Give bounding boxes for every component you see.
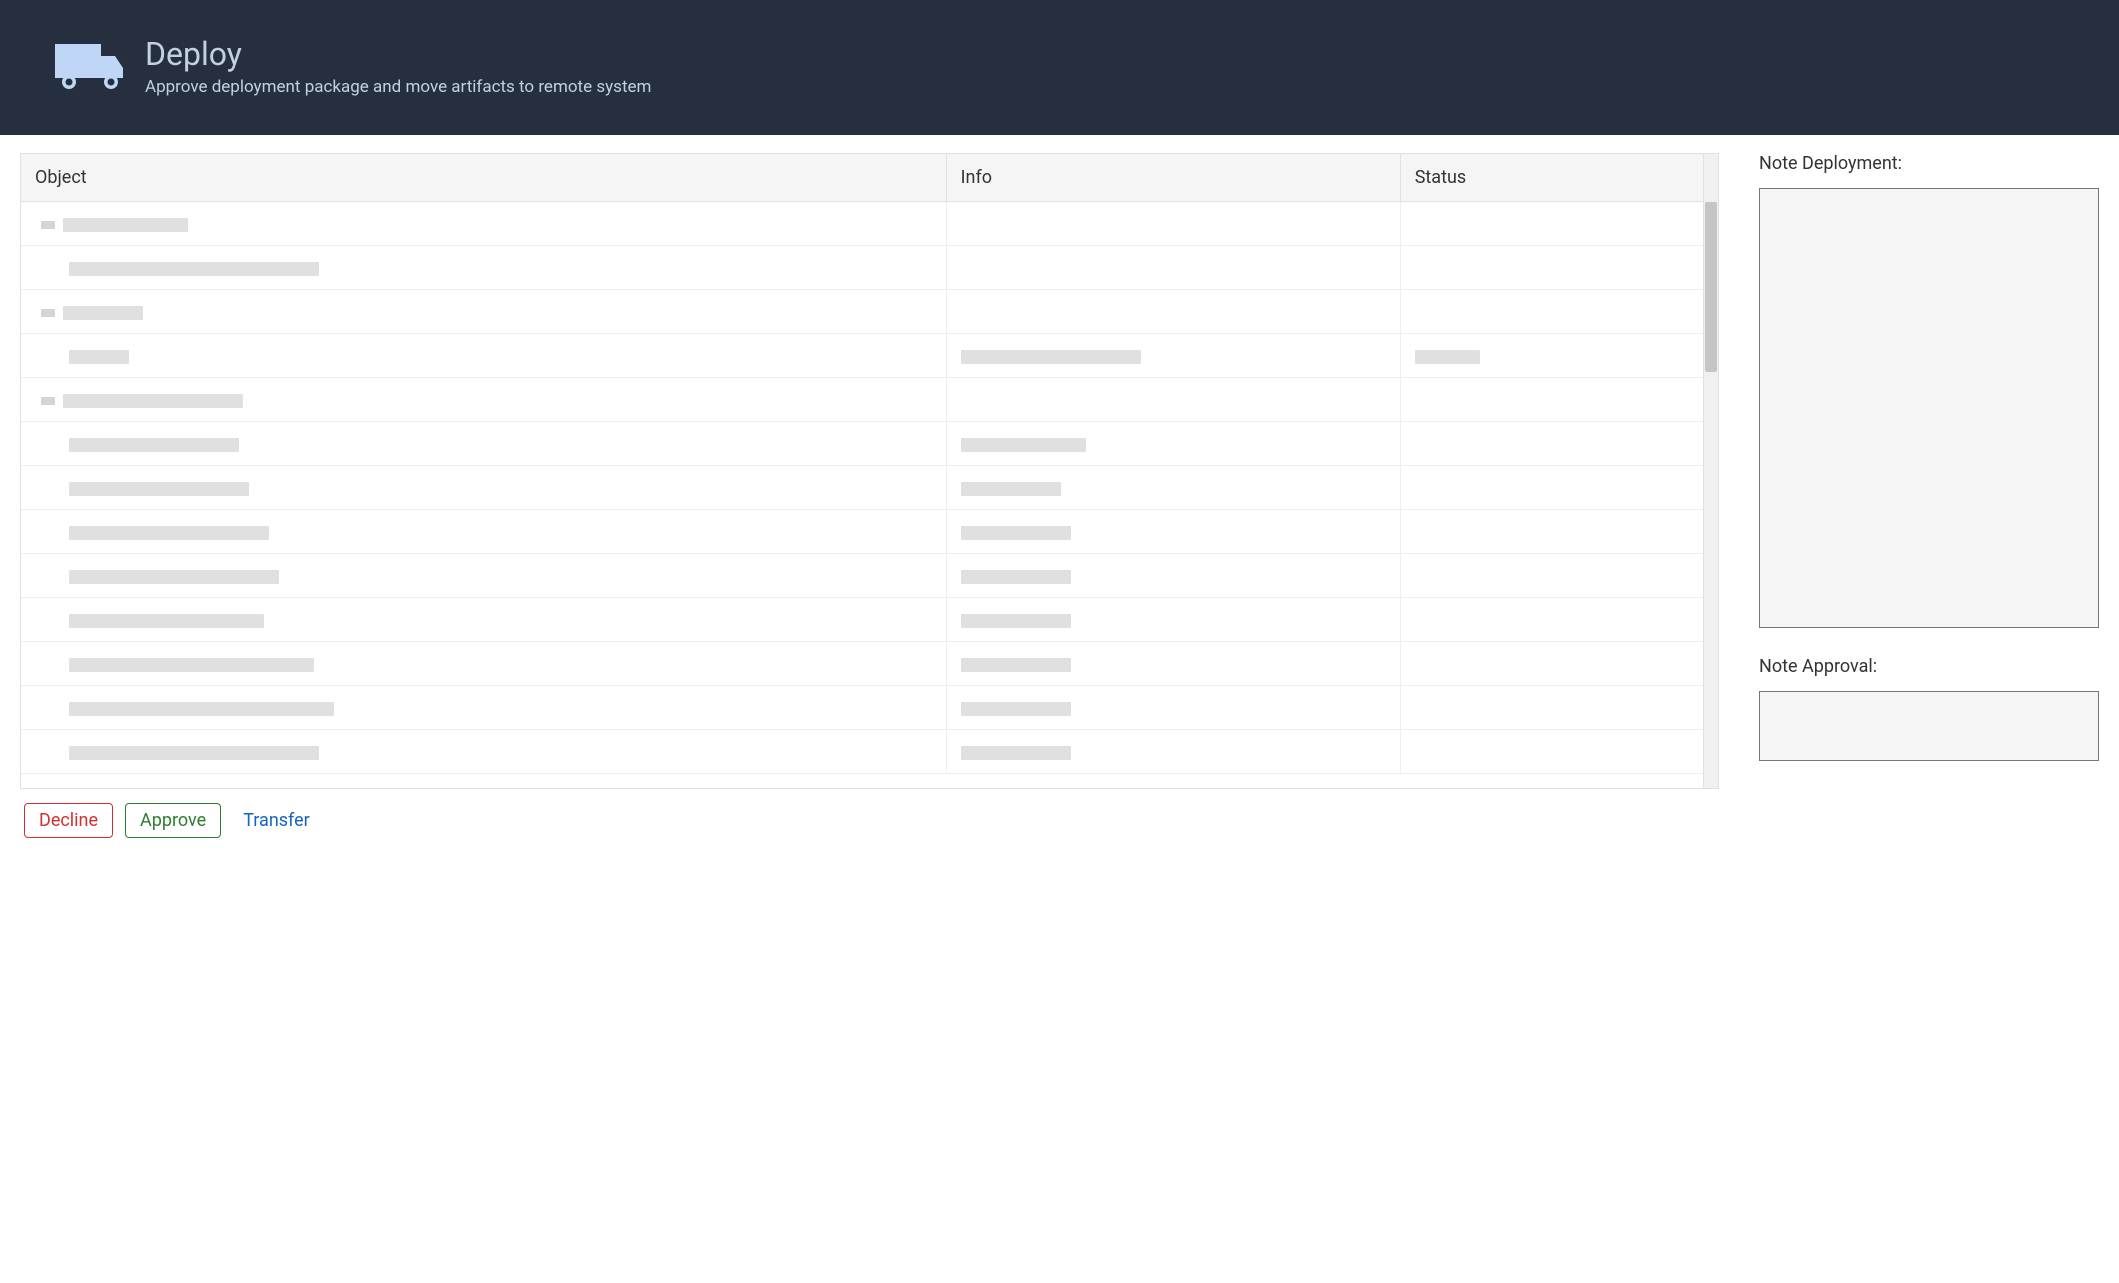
table-row[interactable]: [21, 554, 1703, 598]
info-placeholder: [961, 438, 1086, 452]
expand-icon[interactable]: [41, 397, 55, 405]
cell-status: [1400, 642, 1703, 686]
object-placeholder: [69, 350, 129, 364]
cell-object: [21, 730, 946, 774]
note-deployment-label: Note Deployment:: [1759, 153, 2099, 174]
object-placeholder: [69, 438, 239, 452]
table-row[interactable]: [21, 466, 1703, 510]
cell-info: [946, 510, 1400, 554]
cell-status: [1400, 378, 1703, 422]
table-row[interactable]: [21, 334, 1703, 378]
info-placeholder: [961, 702, 1071, 716]
cell-status: [1400, 730, 1703, 774]
cell-object: [21, 466, 946, 510]
page-title: Deploy: [145, 35, 651, 73]
cell-object: [21, 642, 946, 686]
cell-object: [21, 290, 946, 334]
cell-object: [21, 422, 946, 466]
table-row[interactable]: [21, 378, 1703, 422]
cell-status: [1400, 334, 1703, 378]
cell-info: [946, 686, 1400, 730]
object-placeholder: [69, 482, 249, 496]
cell-status: [1400, 202, 1703, 246]
column-header-object[interactable]: Object: [21, 154, 946, 202]
info-placeholder: [961, 526, 1071, 540]
table-scrollbar[interactable]: [1704, 153, 1719, 789]
column-header-status[interactable]: Status: [1400, 154, 1703, 202]
cell-info: [946, 334, 1400, 378]
table-row[interactable]: [21, 422, 1703, 466]
page-header: Deploy Approve deployment package and mo…: [0, 0, 2119, 135]
cell-info: [946, 598, 1400, 642]
objects-table: Object Info Status: [21, 154, 1703, 774]
approve-button[interactable]: Approve: [125, 803, 221, 838]
object-placeholder: [63, 306, 143, 320]
notes-panel: Note Deployment: Note Approval:: [1759, 153, 2099, 789]
cell-object: [21, 510, 946, 554]
table-row[interactable]: [21, 202, 1703, 246]
cell-object: [21, 334, 946, 378]
transfer-button[interactable]: Transfer: [233, 804, 320, 837]
cell-status: [1400, 554, 1703, 598]
status-placeholder: [1415, 350, 1480, 364]
table-row[interactable]: [21, 686, 1703, 730]
cell-status: [1400, 290, 1703, 334]
object-placeholder: [69, 570, 279, 584]
cell-info: [946, 466, 1400, 510]
object-placeholder: [69, 658, 314, 672]
table-row[interactable]: [21, 246, 1703, 290]
cell-info: [946, 642, 1400, 686]
cell-object: [21, 686, 946, 730]
cell-info: [946, 554, 1400, 598]
column-header-info[interactable]: Info: [946, 154, 1400, 202]
cell-object: [21, 554, 946, 598]
expand-icon[interactable]: [41, 221, 55, 229]
object-placeholder: [69, 526, 269, 540]
info-placeholder: [961, 570, 1071, 584]
note-approval-textarea[interactable]: [1759, 691, 2099, 761]
cell-object: [21, 246, 946, 290]
table-scrollbar-thumb[interactable]: [1705, 202, 1717, 372]
cell-info: [946, 378, 1400, 422]
action-footer: Decline Approve Transfer: [0, 789, 2119, 852]
cell-object: [21, 202, 946, 246]
cell-info: [946, 202, 1400, 246]
object-placeholder: [69, 702, 334, 716]
cell-status: [1400, 466, 1703, 510]
cell-info: [946, 290, 1400, 334]
table-row[interactable]: [21, 510, 1703, 554]
info-placeholder: [961, 658, 1071, 672]
info-placeholder: [961, 482, 1061, 496]
cell-info: [946, 246, 1400, 290]
object-placeholder: [63, 394, 243, 408]
note-approval-label: Note Approval:: [1759, 656, 2099, 677]
truck-icon: [55, 40, 125, 92]
info-placeholder: [961, 350, 1141, 364]
table-row[interactable]: [21, 642, 1703, 686]
table-row[interactable]: [21, 730, 1703, 774]
cell-object: [21, 598, 946, 642]
cell-status: [1400, 686, 1703, 730]
decline-button[interactable]: Decline: [24, 803, 113, 838]
page-subtitle: Approve deployment package and move arti…: [145, 77, 651, 97]
object-placeholder: [69, 614, 264, 628]
cell-object: [21, 378, 946, 422]
cell-status: [1400, 422, 1703, 466]
table-row[interactable]: [21, 290, 1703, 334]
table-row[interactable]: [21, 598, 1703, 642]
object-placeholder: [63, 218, 188, 232]
object-placeholder: [69, 262, 319, 276]
cell-status: [1400, 246, 1703, 290]
objects-table-wrapper: Object Info Status: [20, 153, 1719, 789]
info-placeholder: [961, 746, 1071, 760]
cell-status: [1400, 510, 1703, 554]
cell-info: [946, 422, 1400, 466]
cell-status: [1400, 598, 1703, 642]
cell-info: [946, 730, 1400, 774]
info-placeholder: [961, 614, 1071, 628]
expand-icon[interactable]: [41, 309, 55, 317]
object-placeholder: [69, 746, 319, 760]
note-deployment-textarea[interactable]: [1759, 188, 2099, 628]
